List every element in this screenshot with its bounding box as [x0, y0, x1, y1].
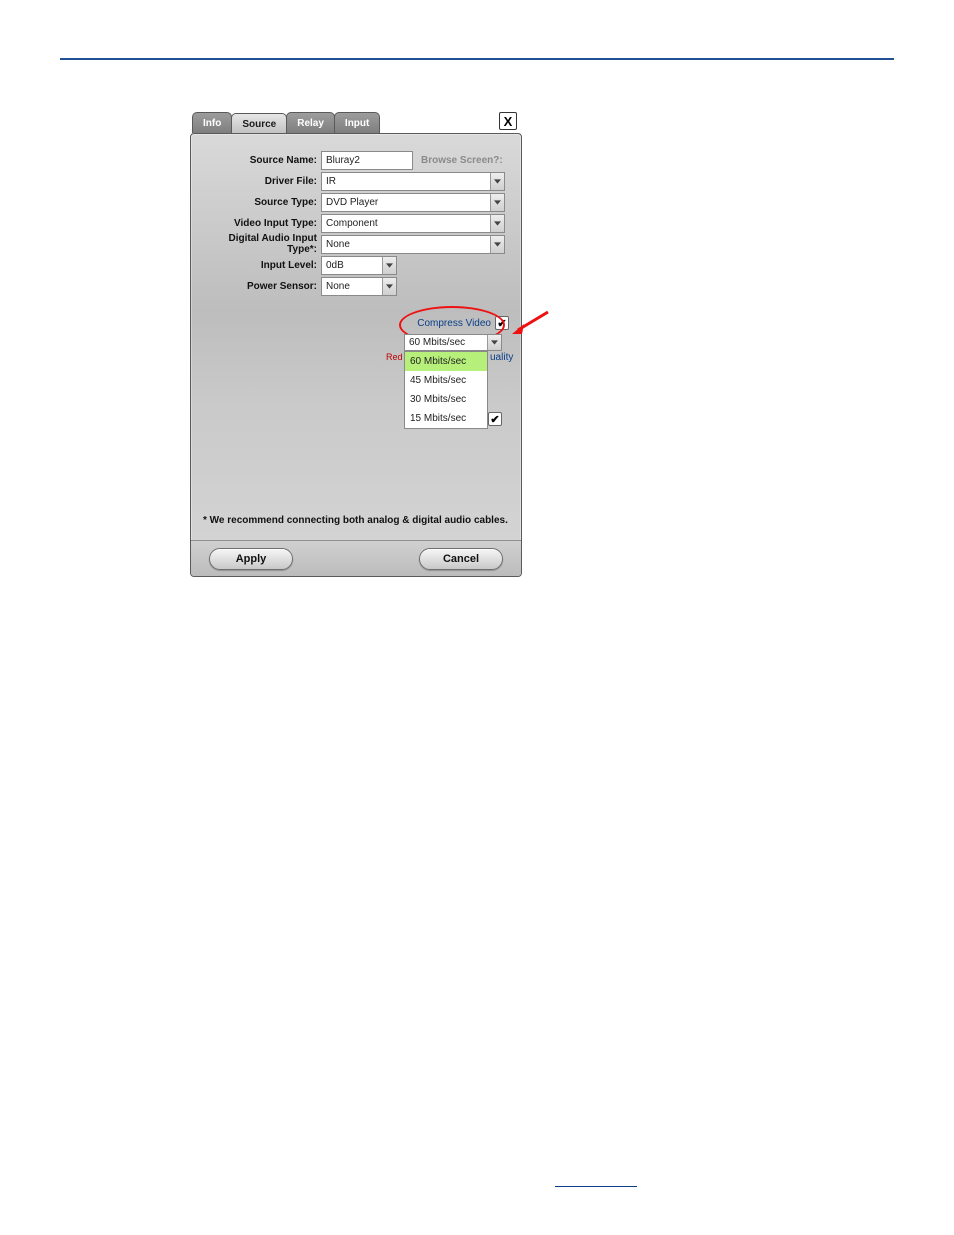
source-config-dialog: Info Source Relay Input X Source Name: B… [190, 112, 522, 577]
label-compress-video: Compress Video [417, 318, 491, 329]
compress-video-group: Compress Video ✔ 60 Mbits/sec Red 60 Mbi… [404, 314, 509, 351]
checkmark-icon: ✔ [490, 413, 499, 426]
label-source-type: Source Type: [197, 197, 321, 208]
label-video-input-type: Video Input Type: [197, 218, 321, 229]
value-digital-audio-input-type: None [326, 239, 350, 250]
select-bitrate[interactable]: 60 Mbits/sec [404, 334, 502, 351]
tab-input[interactable]: Input [334, 112, 380, 133]
chevron-down-icon [490, 194, 504, 211]
row-source-type: Source Type: DVD Player [197, 192, 511, 212]
bitrate-option[interactable]: 15 Mbits/sec [405, 409, 487, 428]
cancel-button[interactable]: Cancel [419, 548, 503, 570]
value-driver-file: IR [326, 176, 336, 187]
checkmark-icon: ✔ [497, 317, 506, 330]
label-driver-file: Driver File: [197, 176, 321, 187]
input-source-name[interactable]: Bluray2 [321, 151, 413, 170]
value-source-type: DVD Player [326, 197, 378, 208]
chevron-down-icon [382, 257, 396, 274]
chevron-down-icon [490, 173, 504, 190]
footnote-text: * We recommend connecting both analog & … [203, 515, 508, 526]
tab-bar: Info Source Relay Input [190, 112, 522, 133]
value-video-input-type: Component [326, 218, 378, 229]
select-driver-file[interactable]: IR [321, 172, 505, 191]
red-hint-text: Red [386, 352, 403, 362]
label-browse-screen: Browse Screen?: [421, 155, 503, 166]
row-video-input-type: Video Input Type: Component [197, 213, 511, 233]
label-source-name: Source Name: [197, 155, 321, 166]
bitrate-dropdown-list: 60 Mbits/sec 45 Mbits/sec 30 Mbits/sec 1… [404, 351, 488, 429]
chevron-down-icon [490, 215, 504, 232]
callout-arrow-icon [510, 310, 550, 338]
bitrate-option[interactable]: 60 Mbits/sec [405, 352, 487, 371]
tab-source[interactable]: Source [231, 113, 287, 134]
row-source-name: Source Name: Bluray2 Browse Screen?: [197, 150, 511, 170]
header-divider [60, 58, 894, 60]
bitrate-option[interactable]: 45 Mbits/sec [405, 371, 487, 390]
bitrate-option[interactable]: 30 Mbits/sec [405, 390, 487, 409]
select-input-level[interactable]: 0dB [321, 256, 397, 275]
value-source-name: Bluray2 [326, 155, 360, 166]
label-input-level: Input Level: [197, 260, 321, 271]
tab-info[interactable]: Info [192, 112, 232, 133]
checkbox-compress-video[interactable]: ✔ [495, 316, 509, 330]
form-area: Source Name: Bluray2 Browse Screen?: Dri… [191, 134, 521, 296]
apply-button[interactable]: Apply [209, 548, 293, 570]
row-power-sensor: Power Sensor: None [197, 276, 511, 296]
chevron-down-icon [382, 278, 396, 295]
chevron-down-icon [487, 335, 501, 350]
row-input-level: Input Level: 0dB [197, 255, 511, 275]
row-digital-audio-input-type: Digital Audio Input Type*: None [197, 234, 511, 254]
label-digital-audio-input-type: Digital Audio Input Type*: [197, 233, 321, 255]
value-input-level: 0dB [326, 260, 344, 271]
quality-fragment-text: uality [490, 352, 513, 363]
select-digital-audio-input-type[interactable]: None [321, 235, 505, 254]
dialog-panel: X Source Name: Bluray2 Browse Screen?: D… [190, 133, 522, 577]
value-bitrate: 60 Mbits/sec [409, 337, 465, 348]
value-power-sensor: None [326, 281, 350, 292]
chevron-down-icon [490, 236, 504, 253]
select-source-type[interactable]: DVD Player [321, 193, 505, 212]
label-power-sensor: Power Sensor: [197, 281, 321, 292]
checkbox-secondary[interactable]: ✔ [488, 412, 502, 426]
select-power-sensor[interactable]: None [321, 277, 397, 296]
footer-link-underline [555, 1186, 637, 1187]
row-driver-file: Driver File: IR [197, 171, 511, 191]
close-button[interactable]: X [499, 112, 517, 130]
compress-video-row: Compress Video ✔ [404, 314, 509, 332]
select-video-input-type[interactable]: Component [321, 214, 505, 233]
tab-relay[interactable]: Relay [286, 112, 335, 133]
button-bar: Apply Cancel [191, 540, 521, 576]
